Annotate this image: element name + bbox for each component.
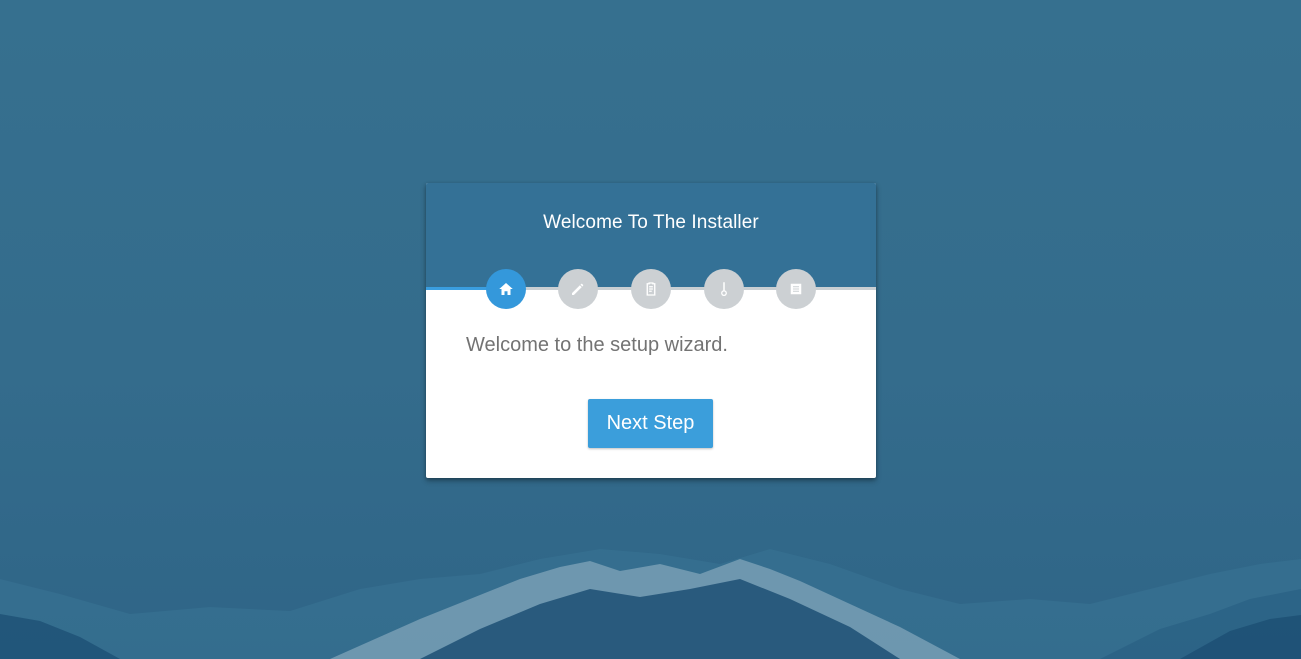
pencil-icon	[569, 280, 587, 298]
step-indicator	[426, 269, 876, 309]
clipboard-icon	[642, 280, 660, 298]
step-finish[interactable]	[776, 269, 816, 309]
mountain-background	[0, 549, 1301, 659]
welcome-message: Welcome to the setup wizard.	[466, 334, 728, 356]
step-check[interactable]	[704, 269, 744, 309]
home-icon	[497, 280, 515, 298]
installer-title: Welcome To The Installer	[543, 212, 759, 233]
installer-card: Welcome To The Installer Welcome to the …	[426, 183, 876, 478]
step-home[interactable]	[486, 269, 526, 309]
list-icon	[787, 280, 805, 298]
thermometer-icon	[715, 280, 733, 298]
step-review[interactable]	[631, 269, 671, 309]
next-step-button[interactable]: Next Step	[588, 399, 713, 448]
step-edit[interactable]	[558, 269, 598, 309]
